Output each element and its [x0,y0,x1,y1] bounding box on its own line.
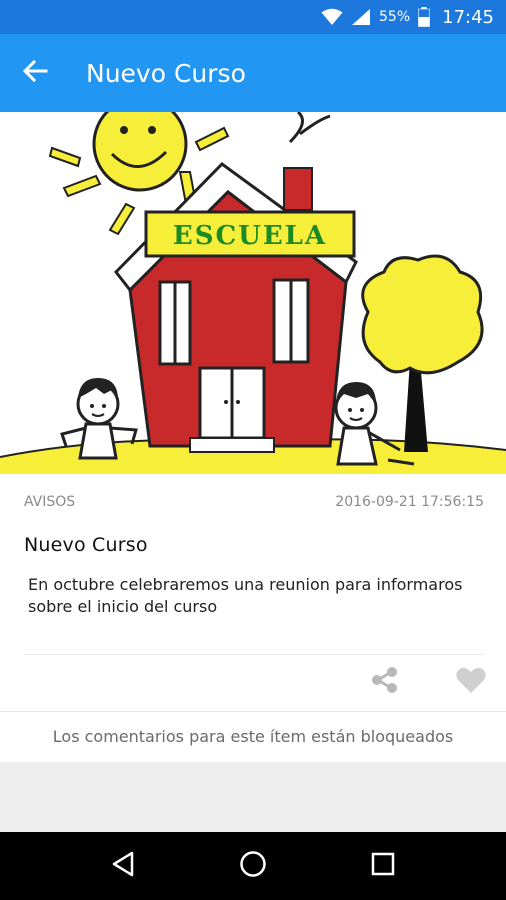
home-circle-icon [239,850,267,882]
back-triangle-icon [110,850,136,882]
arrow-left-icon [22,59,48,87]
share-icon [371,666,399,698]
signal-icon [351,8,371,26]
post-meta: AVISOS 2016-09-21 17:56:15 [24,494,484,510]
back-button[interactable] [0,34,70,112]
divider [24,654,484,655]
heart-icon [456,666,486,698]
wifi-icon [321,8,343,26]
hero-image: ESCUELA [0,112,506,474]
nav-home-button[interactable] [229,842,277,890]
share-button[interactable] [370,667,400,697]
nav-recents-button[interactable] [359,842,407,890]
post-actions [370,667,486,697]
divider [0,711,506,712]
recents-square-icon [370,851,396,881]
post-title: Nuevo Curso [24,534,148,556]
page-title: Nuevo Curso [86,58,246,88]
like-button[interactable] [456,667,486,697]
tree-illustration [361,254,484,452]
post-card: AVISOS 2016-09-21 17:56:15 Nuevo Curso E… [0,474,506,762]
battery-icon [418,7,431,27]
school-illustration: ESCUELA [114,162,358,453]
battery-percent: 55% [379,9,411,25]
clock: 17:45 [442,6,494,28]
navigation-bar [0,832,506,900]
app-bar: Nuevo Curso [0,34,506,112]
school-sign-text: ESCUELA [173,221,327,251]
comments-locked-message: Los comentarios para este ítem están blo… [52,727,454,746]
status-bar: 55% 17:45 [0,0,506,34]
screen: 55% 17:45 Nuevo Curso ESCUELA AVISOS 201… [0,0,506,900]
post-category: AVISOS [24,494,76,510]
post-body: En octubre celebraremos una reunion para… [28,575,463,616]
post-timestamp: 2016-09-21 17:56:15 [335,494,484,510]
nav-back-button[interactable] [99,842,147,890]
